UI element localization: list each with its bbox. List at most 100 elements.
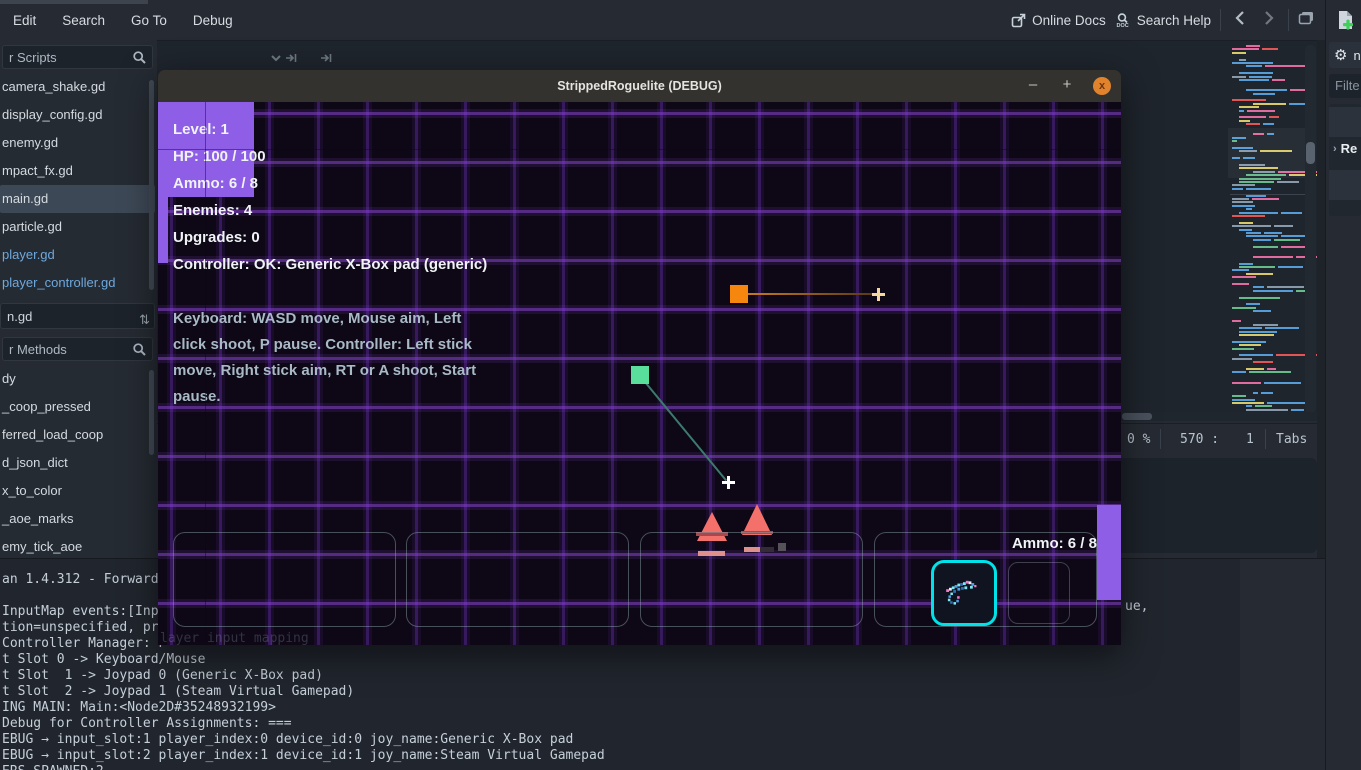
hud-slot-box bbox=[173, 532, 396, 627]
minimap-bar bbox=[1246, 123, 1260, 125]
minimap-bar bbox=[1249, 371, 1291, 373]
script-list-item[interactable]: particle.gd bbox=[0, 213, 155, 241]
maximize-button[interactable]: + bbox=[1056, 70, 1078, 102]
minimap-bar bbox=[1246, 65, 1262, 67]
console-line: t Slot 1 -> Joypad 0 (Generic X-Box pad) bbox=[2, 668, 605, 684]
code-fold-icon[interactable] bbox=[270, 50, 282, 72]
status-separator bbox=[1160, 429, 1161, 449]
menu-debug[interactable]: Debug bbox=[180, 1, 246, 40]
hud-line: Enemies: 4 bbox=[173, 197, 487, 224]
minimap-bar bbox=[1253, 361, 1273, 363]
history-back-button[interactable] bbox=[1230, 11, 1250, 30]
aim-cross-white bbox=[722, 476, 735, 489]
minimap-bar bbox=[1253, 290, 1293, 292]
search-help-button[interactable]: DOC Search Help bbox=[1115, 12, 1211, 28]
hud-line: Upgrades: 0 bbox=[173, 224, 487, 251]
minimap-bar bbox=[1281, 212, 1301, 214]
chevron-right-icon: › bbox=[1333, 143, 1337, 155]
script-list-item[interactable]: mpact_fx.gd bbox=[0, 157, 155, 185]
debugger-tool-column: !13✕0!0i0 bbox=[1240, 558, 1325, 770]
weapon-slot-empty bbox=[1008, 562, 1070, 624]
script-list-item[interactable]: main.gd bbox=[0, 185, 155, 213]
minimap-bar bbox=[1267, 368, 1275, 370]
aim-cross-orange bbox=[872, 288, 885, 301]
game-window-titlebar[interactable]: StrippedRoguelite (DEBUG) bbox=[158, 70, 1121, 102]
minimap-bar bbox=[1239, 344, 1261, 346]
minimap-bar bbox=[1239, 72, 1273, 74]
minimap-bar bbox=[1255, 405, 1272, 407]
current-script-box[interactable]: n.gd ⇅ bbox=[0, 303, 155, 329]
minimap-bar bbox=[1239, 327, 1262, 329]
minimap-bar bbox=[1253, 286, 1264, 288]
minimap-bar bbox=[1232, 205, 1255, 207]
hud-line: Controller: OK: Generic X-Box pad (gener… bbox=[173, 251, 487, 278]
minimap-bar bbox=[1267, 402, 1308, 404]
dock-list-row[interactable] bbox=[1329, 107, 1361, 137]
search-icon bbox=[132, 342, 147, 357]
hud-line: Ammo: 6 / 8 bbox=[173, 170, 487, 197]
game-viewport[interactable]: Level: 1HP: 100 / 100Ammo: 6 / 8Enemies:… bbox=[158, 102, 1121, 645]
minimap-bar bbox=[1239, 263, 1253, 265]
script-list-item[interactable]: camera_shake.gd bbox=[0, 73, 155, 101]
minimap-bar bbox=[1246, 405, 1252, 407]
filter-scripts-text: r Scripts bbox=[9, 50, 57, 65]
close-button[interactable]: x bbox=[1093, 77, 1111, 95]
minimap-bar bbox=[1253, 256, 1293, 258]
method-list-item[interactable]: _coop_pressed bbox=[0, 393, 155, 421]
menu-edit[interactable]: Edit bbox=[0, 1, 49, 40]
minimap-bar bbox=[1272, 79, 1286, 81]
svg-text:DOC: DOC bbox=[1116, 23, 1128, 28]
minimap-bar bbox=[1239, 116, 1266, 118]
indent-mode[interactable]: Tabs bbox=[1276, 432, 1307, 447]
game-window-title: StrippedRoguelite (DEBUG) bbox=[557, 79, 722, 93]
godot-editor-window: EditSearchGo ToDebug Online Docs DOC Sea… bbox=[0, 0, 1361, 770]
filter-scripts-input[interactable]: r Scripts bbox=[2, 45, 153, 69]
minimap-bar bbox=[1246, 232, 1261, 234]
minimize-button[interactable]: – bbox=[1022, 70, 1044, 102]
minimap-bar bbox=[1232, 62, 1273, 64]
menu-items: EditSearchGo ToDebug bbox=[0, 1, 246, 40]
minimap-bar bbox=[1246, 409, 1288, 411]
script-list-item[interactable]: display_config.gd bbox=[0, 101, 155, 129]
method-list-item[interactable]: ferred_load_coop bbox=[0, 421, 155, 449]
menu-go-to[interactable]: Go To bbox=[118, 1, 180, 40]
method-list-item[interactable]: _aoe_marks bbox=[0, 505, 155, 533]
editor-vertical-scrollbar[interactable] bbox=[1305, 45, 1316, 413]
aim-line-orange bbox=[748, 293, 872, 295]
topbar-right-cluster: Online Docs DOC Search Help bbox=[1011, 9, 1325, 31]
dock-list-row[interactable] bbox=[1329, 170, 1361, 200]
float-window-button[interactable] bbox=[1298, 10, 1315, 30]
method-list-item[interactable]: d_json_dict bbox=[0, 449, 155, 477]
filter-methods-input[interactable]: r Methods bbox=[2, 337, 153, 361]
editor-scrollbar-thumb[interactable] bbox=[1306, 142, 1315, 164]
console-line: ING MAIN: Main:<Node2D#35248932199> bbox=[2, 700, 605, 716]
method-list-item[interactable]: emy_tick_aoe bbox=[0, 533, 155, 561]
minimap-bar bbox=[1246, 208, 1252, 210]
minimap-bar bbox=[1232, 348, 1254, 350]
minimap-bar bbox=[1278, 266, 1304, 268]
minimap-bar bbox=[1247, 110, 1274, 112]
online-docs-button[interactable]: Online Docs bbox=[1011, 13, 1106, 28]
status-separator bbox=[1265, 429, 1266, 449]
sort-methods-icon[interactable]: ⇅ bbox=[139, 307, 150, 332]
history-forward-button[interactable] bbox=[1259, 11, 1279, 30]
methods-scrollbar[interactable] bbox=[149, 370, 154, 455]
script-list-item[interactable]: player_controller.gd bbox=[0, 269, 155, 297]
dock-filter-input[interactable]: Filte bbox=[1329, 74, 1361, 98]
node-settings-row[interactable]: ⚙ n bbox=[1329, 42, 1361, 68]
minimap-bar bbox=[1267, 286, 1304, 288]
editor-hscrollbar-thumb[interactable] bbox=[1122, 413, 1152, 420]
method-list-item[interactable]: dy bbox=[0, 365, 155, 393]
scripts-scrollbar[interactable] bbox=[149, 80, 154, 290]
minimap-bar bbox=[1239, 297, 1280, 299]
dock-tree-item[interactable]: › Re bbox=[1333, 141, 1357, 156]
method-list-item[interactable]: x_to_color bbox=[0, 477, 155, 505]
game-debug-window[interactable]: StrippedRoguelite (DEBUG) – + x Level: 1… bbox=[158, 70, 1121, 645]
minimap-bar bbox=[1253, 310, 1271, 312]
minimap-bar bbox=[1239, 79, 1269, 81]
menu-search[interactable]: Search bbox=[49, 1, 118, 40]
script-list-item[interactable]: player.gd bbox=[0, 241, 155, 269]
script-list-item[interactable]: enemy.gd bbox=[0, 129, 155, 157]
new-script-icon[interactable] bbox=[1335, 10, 1355, 37]
minimap-bar bbox=[1232, 52, 1246, 54]
